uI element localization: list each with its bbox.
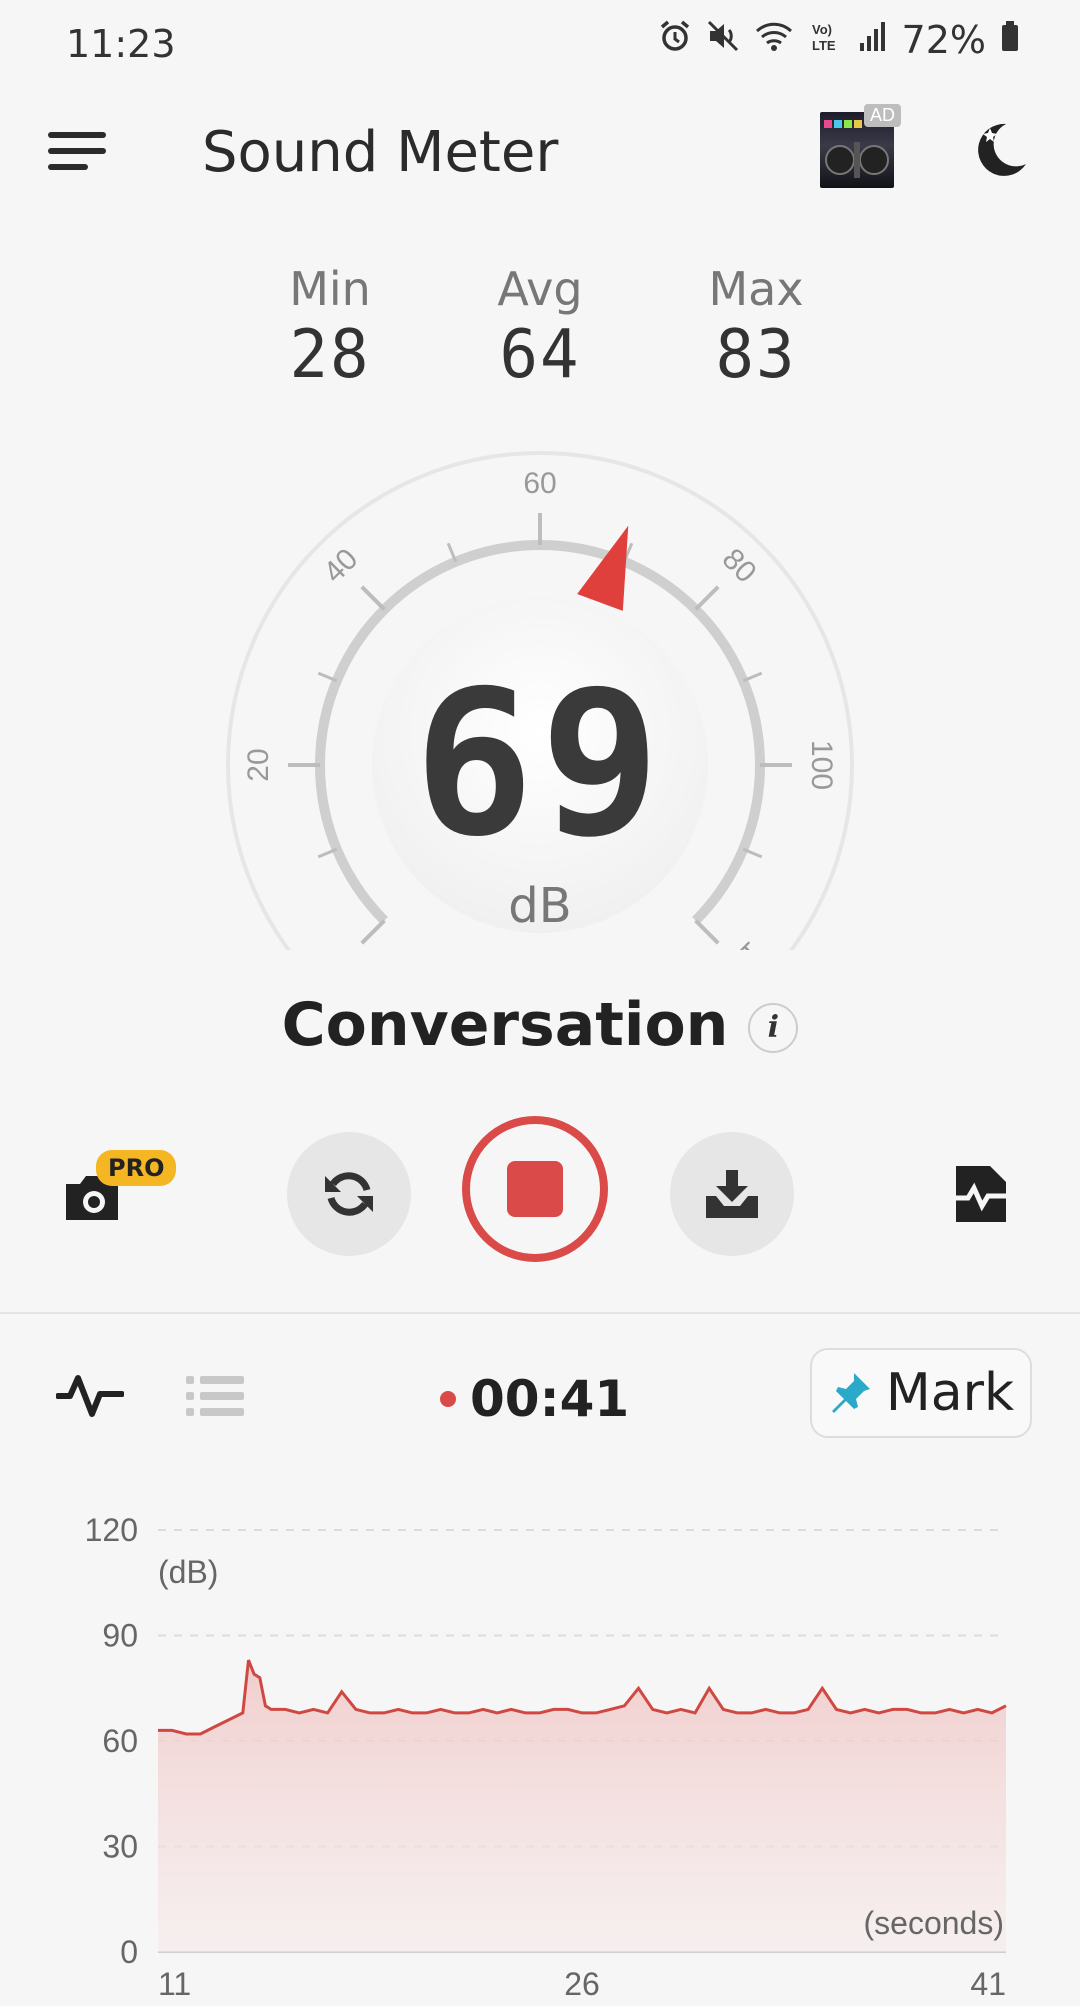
- stat-avg-value: 64: [499, 316, 581, 394]
- waveform-icon: [55, 1375, 125, 1417]
- night-mode-button[interactable]: [970, 118, 1032, 180]
- ad-badge: AD: [864, 104, 902, 127]
- wifi-icon: [754, 18, 796, 62]
- report-button[interactable]: [952, 1162, 1010, 1226]
- svg-text:Vo): Vo): [812, 22, 832, 37]
- mute-icon: [706, 18, 740, 62]
- menu-icon-line: [48, 148, 106, 154]
- chart-x-axis-label: (seconds): [864, 1905, 1005, 1941]
- alarm-icon: [658, 18, 692, 62]
- gauge-scale-label: 0: [323, 947, 358, 950]
- status-icons: Vo) LTE 72%: [658, 18, 1020, 62]
- recording-dot: [440, 1391, 456, 1407]
- chart-view-tab[interactable]: [55, 1370, 125, 1420]
- stat-max: Max 83: [676, 262, 836, 394]
- gauge-scale-label: 20: [242, 748, 275, 781]
- stat-min-value: 28: [289, 316, 371, 394]
- stat-avg-label: Avg: [497, 262, 583, 316]
- gauge-scale-label: 60: [523, 467, 556, 500]
- list-icon: [186, 1376, 244, 1416]
- gauge-scale-label: 80: [716, 542, 763, 589]
- chart-y-tick-label: 120: [85, 1512, 138, 1548]
- noise-category-label: Conversation: [281, 990, 729, 1060]
- stat-min: Min 28: [250, 262, 410, 394]
- pro-badge: PRO: [96, 1150, 177, 1186]
- signal-icon: [858, 18, 888, 62]
- chart-y-tick-label: 60: [102, 1723, 138, 1759]
- recording-timer-text: 00:41: [470, 1370, 630, 1428]
- reset-button[interactable]: [287, 1132, 411, 1256]
- mark-button[interactable]: Mark: [810, 1348, 1032, 1438]
- gauge-scale-label: 100: [805, 740, 838, 790]
- info-button[interactable]: i: [748, 1003, 799, 1054]
- db-history-chart: 0 30 60 90 120 11 26 41 (dB) (seconds): [85, 1512, 1007, 2002]
- status-time: 11:23: [66, 22, 176, 66]
- stat-avg: Avg 64: [460, 262, 620, 394]
- chart-y-axis-label: (dB): [158, 1554, 218, 1590]
- noise-category: Conversation i: [0, 990, 1080, 1060]
- stop-icon: [507, 1161, 563, 1217]
- menu-button[interactable]: [48, 128, 110, 178]
- report-icon: [952, 1166, 1010, 1222]
- mark-button-label: Mark: [885, 1363, 1015, 1423]
- gauge-tick: [694, 585, 720, 611]
- gauge-needle: [577, 525, 629, 611]
- moon-icon: [978, 123, 1026, 176]
- current-db-value: 69: [413, 648, 667, 881]
- refresh-icon: [325, 1172, 373, 1216]
- stop-record-button[interactable]: [462, 1116, 608, 1262]
- save-button[interactable]: [670, 1132, 794, 1256]
- chart-y-tick-label: 0: [120, 1934, 138, 1970]
- gauge-tick: [360, 585, 386, 611]
- recording-timer: 00:41: [440, 1370, 629, 1428]
- section-divider: [0, 1312, 1080, 1314]
- volte-icon: Vo) LTE: [810, 18, 844, 62]
- download-icon: [706, 1170, 758, 1218]
- stat-max-value: 83: [715, 316, 797, 394]
- gauge-tick: [360, 919, 386, 945]
- db-unit-label: dB: [508, 878, 572, 934]
- stat-min-label: Min: [289, 262, 371, 316]
- chart-x-tick-label: 26: [564, 1966, 600, 2002]
- svg-text:LTE: LTE: [812, 38, 836, 53]
- menu-icon-line: [48, 164, 88, 170]
- list-view-tab[interactable]: [186, 1374, 244, 1418]
- stat-max-label: Max: [708, 262, 804, 316]
- gauge-tick: [694, 919, 720, 945]
- battery-icon: [1000, 18, 1020, 62]
- chart-x-tick-label: 11: [158, 1966, 191, 2002]
- pin-icon: [831, 1373, 870, 1413]
- battery-percent: 72%: [901, 18, 986, 62]
- menu-icon: [48, 132, 106, 138]
- chart-x-tick-label: 41: [970, 1966, 1006, 2002]
- app-title: Sound Meter: [202, 120, 559, 185]
- gauge-scale-label: 40: [317, 542, 364, 589]
- chart-y-tick-label: 90: [102, 1618, 138, 1654]
- chart-y-tick-label: 30: [102, 1829, 138, 1865]
